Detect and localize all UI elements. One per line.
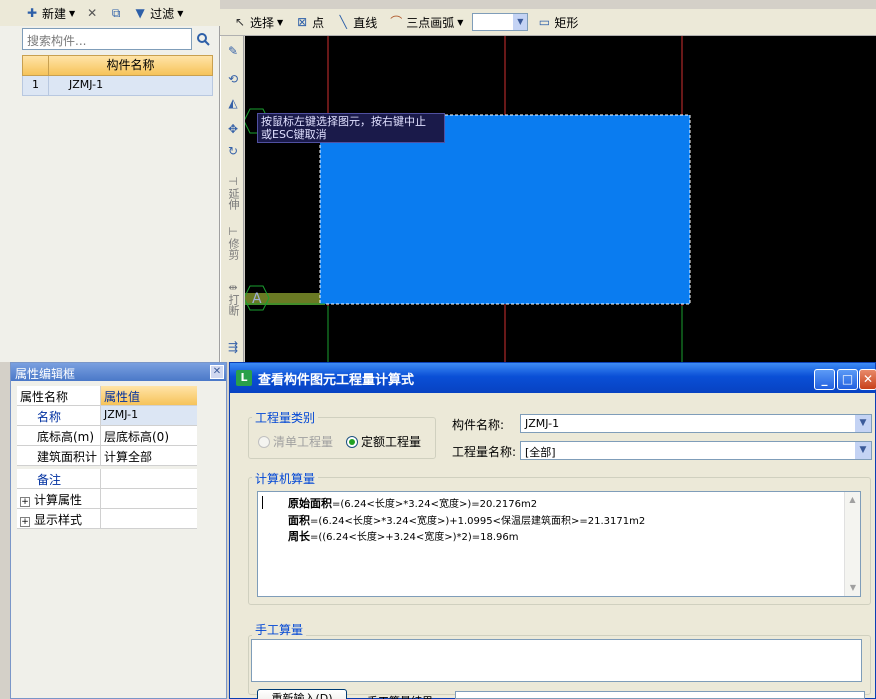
component-list-panel: ✚ 新建 ▼ ✕ ⧉ ▼ 过滤 ▼ 搜索构件... 构件名称 1 JZMJ-1 — [0, 0, 220, 362]
close-icon[interactable]: ✕ — [210, 365, 224, 379]
floor-area-shape[interactable] — [319, 114, 691, 305]
axis-label-a: A — [252, 291, 262, 307]
break-icon: ⇹ — [228, 281, 238, 294]
chevron-down-icon: ▼ — [513, 14, 528, 30]
search-input[interactable]: 搜索构件... — [22, 28, 192, 50]
align-icon[interactable]: ⇶ — [223, 340, 243, 354]
move-icon[interactable]: ✥ — [223, 122, 243, 136]
formula-scrollbar[interactable]: ▲ ▼ — [844, 492, 860, 596]
dialog-title-bar: L 查看构件图元工程量计算式 _ □ ✕ — [230, 363, 876, 393]
reenter-button[interactable]: 重新输入(D) — [257, 689, 347, 699]
new-button[interactable]: ✚ 新建 ▼ — [22, 3, 78, 23]
component-toolbar: ✚ 新建 ▼ ✕ ⧉ ▼ 过滤 ▼ — [0, 0, 220, 26]
manual-calc-input[interactable] — [251, 639, 862, 682]
rectangle-icon: ▭ — [538, 15, 551, 29]
property-row-remark[interactable]: 备注 — [17, 469, 197, 489]
column-header-name: 构件名称 — [106, 58, 155, 72]
arc-button[interactable]: ⌒ 三点画弧 ▼ — [386, 12, 466, 32]
property-row-name[interactable]: 名称 JZMJ-1 — [17, 406, 197, 426]
canvas-drawing — [245, 36, 691, 362]
copy-button[interactable]: ⧉ — [106, 3, 126, 23]
extend-button[interactable]: ⊣ 延伸 — [223, 176, 243, 213]
point-button[interactable]: ⊠ 点 — [292, 12, 327, 32]
chevron-down-icon: ▼ — [277, 17, 284, 27]
component-table: 构件名称 1 JZMJ-1 — [22, 55, 213, 96]
line-button[interactable]: ╲ 直线 — [333, 12, 380, 32]
radio-selected-icon — [346, 435, 358, 448]
rectangle-button[interactable]: ▭ 矩形 — [534, 12, 581, 32]
property-row-calc-props[interactable]: + 计算属性 — [17, 489, 197, 509]
app-icon: L — [236, 370, 252, 386]
component-name-combo[interactable]: JZMJ-1 ▼ — [520, 414, 872, 433]
minimize-button[interactable]: _ — [814, 369, 835, 390]
chevron-down-icon: ▼ — [177, 8, 184, 18]
search-button[interactable] — [192, 28, 214, 50]
select-button[interactable]: ↖ 选择 ▼ — [230, 12, 286, 32]
row-index: 1 — [23, 76, 49, 95]
chevron-down-icon: ▼ — [69, 8, 76, 18]
draw-toolbar: ↖ 选择 ▼ ⊠ 点 ╲ 直线 ⌒ 三点画弧 ▼ ▼ ▭ 矩形 — [220, 9, 876, 36]
point-icon: ⊠ — [297, 15, 308, 29]
filter-button[interactable]: ▼ 过滤 ▼ — [130, 3, 186, 23]
chevron-down-icon: ▼ — [457, 17, 464, 27]
break-button[interactable]: ⇹ 打断 — [223, 282, 243, 319]
copy-shape-icon[interactable]: ⟲ — [223, 72, 243, 86]
property-row-display-style[interactable]: + 显示样式 — [17, 509, 197, 529]
filter-icon: ▼ — [135, 6, 145, 20]
copy-icon: ⧉ — [111, 6, 121, 20]
new-icon: ✚ — [26, 6, 38, 20]
pencil-icon[interactable]: ✎ — [223, 44, 243, 58]
drawing-canvas[interactable]: A 按鼠标左键选择图元，按右键中止 或ESC键取消 — [245, 36, 876, 362]
radio-list-quantity[interactable]: 清单工程量 — [258, 433, 333, 450]
mirror-icon[interactable]: ◭ — [223, 96, 243, 110]
chevron-down-icon: ▼ — [855, 415, 871, 432]
radio-quota-quantity[interactable]: 定额工程量 — [346, 433, 421, 450]
radio-icon — [258, 435, 270, 448]
trim-icon: ⊢ — [228, 225, 238, 238]
property-editor-panel: 属性编辑框 ✕ 属性名称 属性值 名称 JZMJ-1 底标高(m) 层底标高(0… — [10, 362, 227, 699]
cursor-icon: ↖ — [234, 15, 246, 29]
property-row-base-elevation[interactable]: 底标高(m) 层底标高(0) — [17, 426, 197, 446]
manual-result-field — [455, 691, 865, 699]
close-button[interactable]: ✕ — [859, 369, 876, 390]
arc-icon: ⌒ — [390, 15, 403, 29]
canvas-hint-tooltip: 按鼠标左键选择图元，按右键中止 或ESC键取消 — [257, 113, 445, 143]
table-header: 构件名称 — [22, 55, 213, 76]
expand-icon[interactable]: + — [20, 497, 30, 507]
quantity-name-combo[interactable]: [全部] ▼ — [520, 441, 872, 460]
expand-icon[interactable]: + — [20, 517, 30, 527]
quantity-formula-dialog: L 查看构件图元工程量计算式 _ □ ✕ 工程量类别 清单工程量 定额工程量 构… — [229, 362, 876, 699]
formula-line: 面积=(6.24<长度>*3.24<宽度>)+1.0995<保温层建筑面积>=2… — [288, 514, 646, 527]
extend-icon: ⊣ — [228, 175, 238, 188]
property-header-row: 属性名称 属性值 — [17, 386, 197, 406]
line-icon: ╲ — [339, 15, 347, 29]
scroll-down-icon[interactable]: ▼ — [845, 580, 861, 596]
formula-line: 周长=((6.24<长度>+3.24<宽度>)*2)=18.96m — [288, 530, 519, 543]
text-caret — [262, 496, 263, 509]
maximize-button[interactable]: □ — [837, 369, 858, 390]
draw-mode-dropdown[interactable]: ▼ — [472, 13, 529, 31]
search-icon — [197, 33, 210, 46]
formula-line: 原始面积=(6.24<长度>*3.24<宽度>)=20.2176m2 — [288, 497, 538, 510]
component-name-cell: JZMJ-1 — [69, 78, 104, 91]
property-row-area-calc[interactable]: 建筑面积计 计算全部 — [17, 446, 197, 466]
delete-button[interactable]: ✕ — [82, 3, 102, 23]
formula-textarea[interactable]: 原始面积=(6.24<长度>*3.24<宽度>)=20.2176m2 面积=(6… — [257, 491, 861, 597]
chevron-down-icon: ▼ — [855, 442, 871, 459]
property-editor-title: 属性编辑框 ✕ — [11, 363, 226, 381]
delete-icon: ✕ — [87, 6, 98, 20]
rotate-icon[interactable]: ↻ — [223, 144, 243, 158]
table-row[interactable]: 1 JZMJ-1 — [22, 76, 213, 96]
top-toolbar-strip — [220, 0, 876, 9]
scroll-up-icon[interactable]: ▲ — [845, 492, 860, 508]
trim-button[interactable]: ⊢ 修剪 — [223, 226, 243, 263]
edit-vertical-toolbar: ✎ ⟲ ◭ ✥ ↻ ⊣ 延伸 ⊢ 修剪 ⇹ 打断 ⇶ — [220, 36, 244, 362]
